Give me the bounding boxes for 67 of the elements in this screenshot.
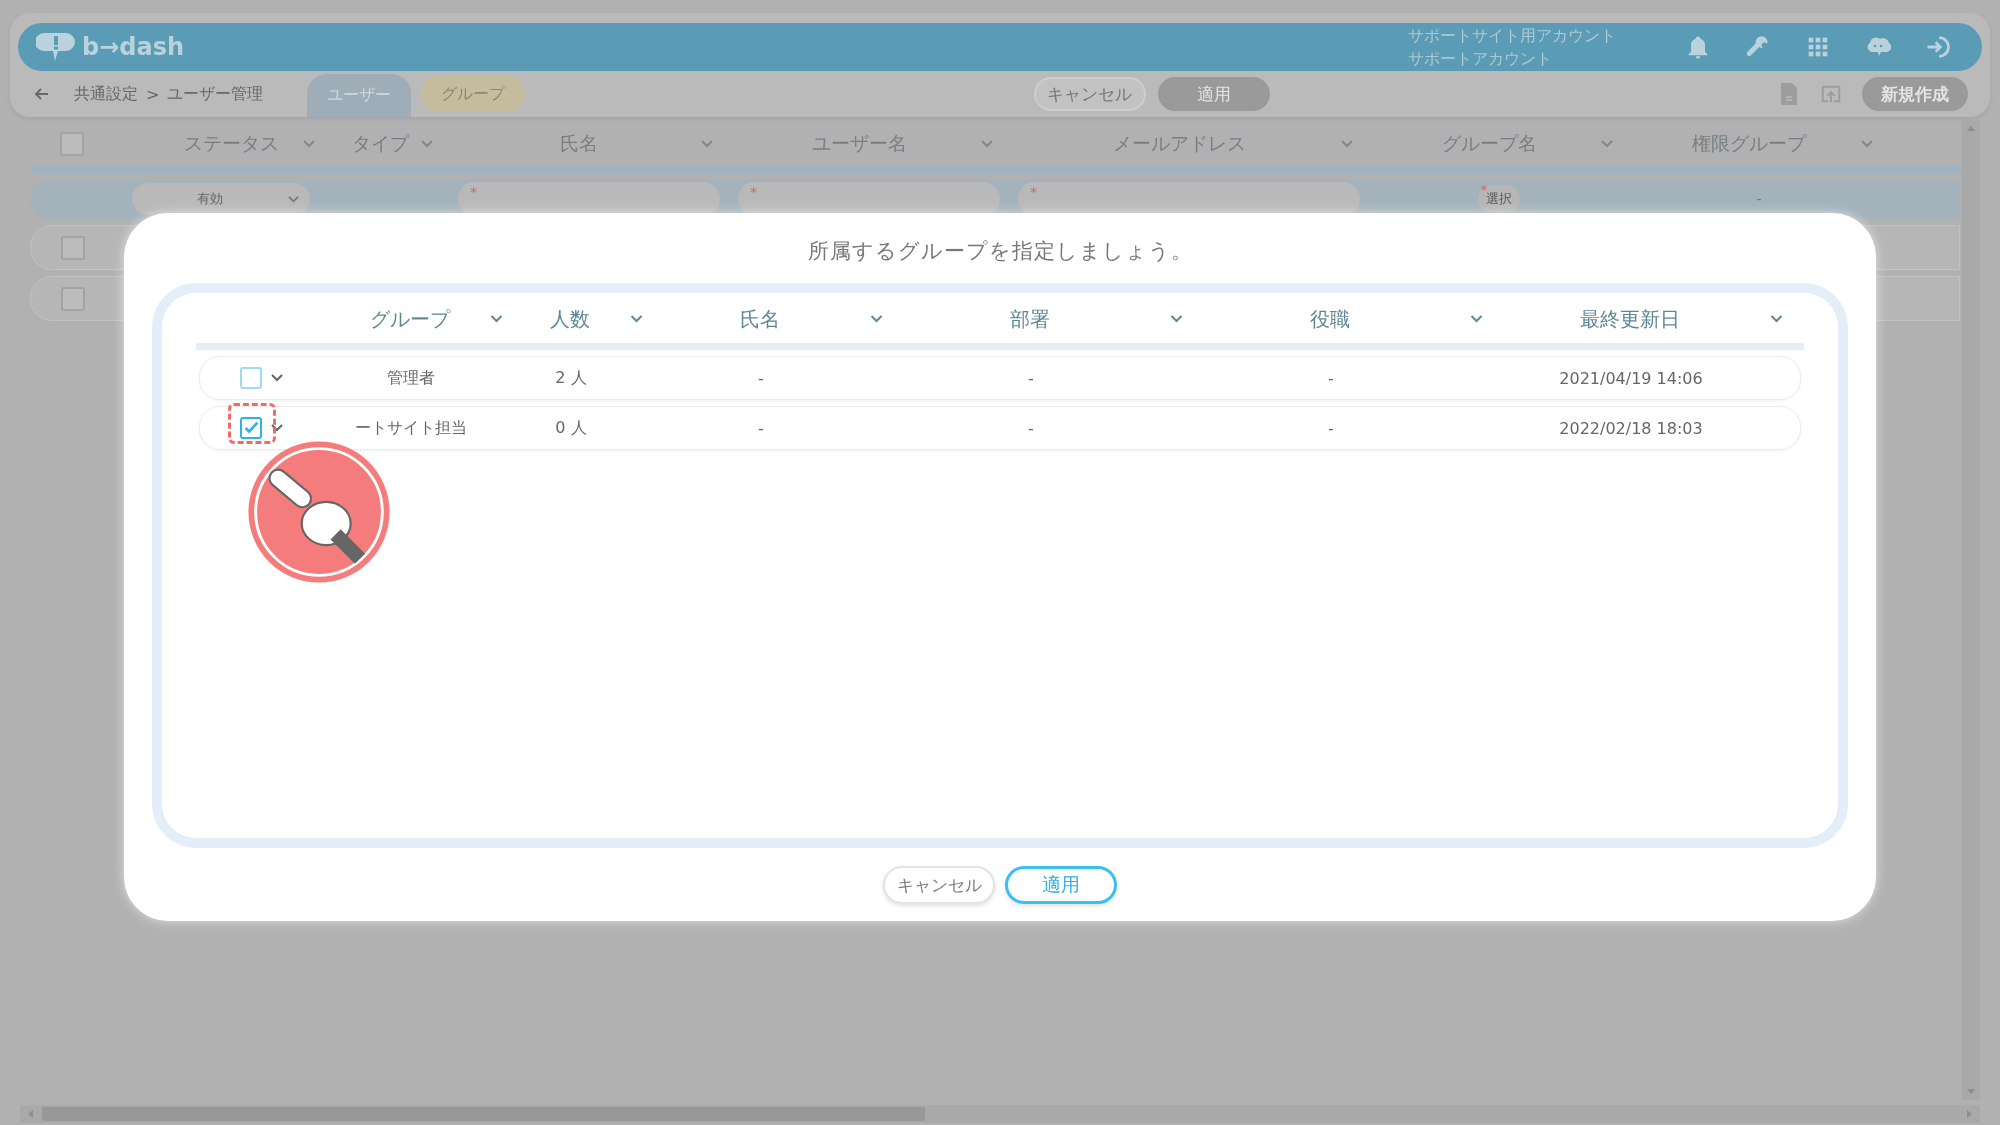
status-dropdown[interactable]: 有効	[132, 183, 310, 215]
table-cell: -	[1328, 418, 1334, 438]
select-button[interactable]: *選択	[1478, 185, 1520, 213]
column-header[interactable]: 権限グループ	[1638, 131, 1860, 157]
scroll-left-icon[interactable]	[26, 1109, 34, 1119]
table-cell: 0 人	[555, 417, 587, 437]
column-header[interactable]: 部署	[890, 305, 1169, 333]
table-cell: -	[1328, 368, 1334, 388]
checkbox[interactable]	[61, 235, 85, 260]
column-header[interactable]: タイプ	[340, 131, 420, 157]
input-field[interactable]: *	[1018, 182, 1360, 216]
column-header[interactable]: メールアドレス	[1018, 131, 1340, 157]
apply-button[interactable]: 適用	[1157, 77, 1270, 111]
table-row[interactable]: 管理者 2 人 - - - 2021/04/19 14:06	[199, 356, 1801, 400]
table-cell: ートサイト担当	[355, 417, 467, 437]
scroll-up-icon[interactable]	[1966, 124, 1976, 132]
chevron-down-icon[interactable]	[270, 373, 284, 383]
table-cell: -	[1756, 191, 1762, 207]
breadcrumb-current: ユーザー管理	[167, 83, 264, 105]
table-cell: -	[1028, 418, 1034, 438]
checkbox[interactable]	[60, 132, 84, 156]
chevron-down-icon[interactable]	[869, 314, 884, 324]
account-name: サポートサイト用アカウント	[1408, 25, 1616, 47]
table-cell: 2 人	[555, 367, 587, 387]
checkbox[interactable]	[61, 286, 85, 311]
column-header[interactable]: 人数	[510, 305, 629, 333]
scroll-down-icon[interactable]	[1966, 1088, 1976, 1096]
horizontal-scrollbar[interactable]	[20, 1105, 1980, 1123]
column-header[interactable]: 氏名	[650, 305, 869, 333]
chevron-down-icon[interactable]	[629, 314, 644, 324]
input-field[interactable]: *	[738, 182, 1000, 216]
scroll-right-icon[interactable]	[1966, 1109, 1974, 1119]
column-header[interactable]: ユーザー名	[738, 131, 980, 157]
chevron-down-icon[interactable]	[1769, 314, 1784, 324]
column-header[interactable]: グループ名	[1378, 131, 1600, 157]
breadcrumb-separator: >	[146, 84, 160, 104]
chevron-down-icon[interactable]	[1469, 314, 1484, 324]
vertical-scrollbar[interactable]	[1962, 120, 1980, 1100]
chevron-down-icon[interactable]	[1169, 314, 1184, 324]
dialog-title: 所属するグループを指定しましょう。	[807, 238, 1193, 265]
document-icon[interactable]	[1778, 82, 1800, 106]
table-cell: -	[758, 368, 764, 388]
table-cell: -	[1028, 368, 1034, 388]
breadcrumb-link[interactable]: 共通設定	[74, 83, 138, 105]
table-cell: -	[758, 418, 764, 438]
column-header[interactable]: グループ	[330, 305, 489, 333]
logo-text: b→dash	[82, 33, 185, 61]
chevron-down-icon[interactable]	[270, 423, 284, 433]
highlight-frame	[228, 403, 276, 444]
chevron-down-icon[interactable]	[489, 314, 504, 324]
column-header[interactable]: 役職	[1190, 305, 1469, 333]
table-row[interactable]: ートサイト担当 0 人 - - - 2022/02/18 18:03	[199, 406, 1801, 450]
account-name: サポートアカウント	[1408, 48, 1553, 70]
column-header[interactable]: ステータス	[160, 131, 302, 157]
input-field[interactable]: *	[458, 182, 720, 216]
column-header[interactable]: 最終更新日	[1490, 305, 1769, 333]
create-button[interactable]: 新規作成	[1862, 77, 1968, 111]
column-header[interactable]: 氏名	[458, 131, 700, 157]
checkbox[interactable]	[240, 417, 262, 439]
table-cell: 2022/02/18 18:03	[1559, 418, 1703, 438]
cancel-button[interactable]: キャンセル	[883, 866, 995, 904]
chevron-down-icon	[287, 194, 300, 204]
cancel-button[interactable]: キャンセル	[1033, 77, 1146, 111]
table-cell: 管理者	[387, 367, 435, 387]
checkbox[interactable]	[240, 367, 262, 389]
apply-button[interactable]: 適用	[1005, 866, 1117, 904]
table-cell: 2021/04/19 14:06	[1559, 368, 1703, 388]
